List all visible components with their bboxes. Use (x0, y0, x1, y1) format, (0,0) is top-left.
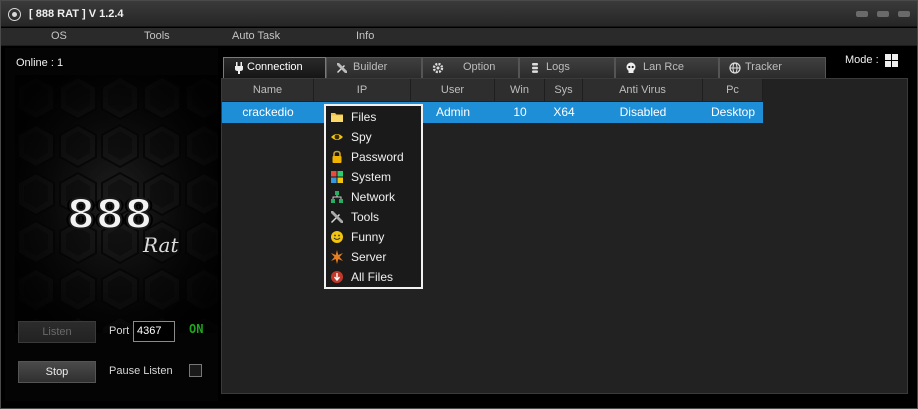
tab-strip: Connection Builder Option Logs Lan Rce T… (223, 57, 826, 78)
left-panel: Online : 1 888 Rat Listen Port Stop Paus… (5, 48, 218, 401)
cell-anti-virus: Disabled (619, 105, 667, 119)
column-header-sys[interactable]: Sys (545, 79, 583, 101)
menu-item-label: Network (351, 190, 396, 204)
app-icon[interactable] (8, 8, 21, 21)
menu-auto-task[interactable]: Auto Task (232, 30, 280, 42)
main-window: [ 888 RAT ] V 1.2.4 OS Tools Auto Task I… (0, 0, 918, 409)
menu-item-network[interactable]: Network (326, 187, 421, 207)
menu-item-server[interactable]: Server (326, 247, 421, 267)
logo-subtext: Rat (143, 233, 179, 257)
menu-item-label: All Files (351, 270, 394, 284)
menu-item-system[interactable]: System (326, 167, 421, 187)
column-header-pc[interactable]: Pc (703, 79, 763, 101)
menu-item-files[interactable]: Files (326, 107, 421, 127)
context-menu: Files Spy Password System Network Tools … (324, 104, 423, 289)
menu-item-label: Funny (351, 230, 385, 244)
table-row[interactable]: crackedio Admin 10 X64 Disabled Desktop (222, 102, 763, 123)
windows-icon (331, 171, 343, 183)
download-icon (331, 271, 343, 283)
menu-item-tools[interactable]: Tools (326, 207, 421, 227)
close-button[interactable] (898, 11, 910, 17)
column-header-user[interactable]: User (411, 79, 495, 101)
stop-button[interactable]: Stop (18, 361, 96, 383)
skull-icon (626, 62, 636, 73)
tab-lan-rce[interactable]: Lan Rce (615, 57, 719, 78)
tab-option[interactable]: Option (422, 57, 519, 78)
column-header-name[interactable]: Name (222, 79, 314, 101)
logo: 888 Rat (15, 75, 218, 333)
minimize-button[interactable] (856, 11, 868, 17)
tab-label: Connection (247, 61, 303, 73)
port-label: Port (109, 325, 130, 337)
tab-label: Logs (546, 61, 570, 73)
menu-item-password[interactable]: Password (326, 147, 421, 167)
cell-pc: Desktop (710, 105, 756, 119)
pause-listen-label: Pause Listen (109, 365, 173, 377)
tab-label: Option (463, 61, 496, 73)
network-icon (331, 191, 343, 203)
menu-os[interactable]: OS (51, 30, 67, 42)
tab-tracker[interactable]: Tracker (719, 57, 826, 78)
database-icon (532, 63, 538, 73)
tab-connection[interactable]: Connection (223, 57, 326, 78)
menu-tools[interactable]: Tools (144, 30, 170, 42)
menu-item-label: Server (351, 250, 387, 264)
menu-bar: OS Tools Auto Task Info (1, 28, 917, 46)
tools-icon (337, 63, 347, 73)
tab-label: Builder (353, 61, 388, 73)
pause-listen-checkbox[interactable] (189, 364, 202, 377)
column-header-ip[interactable]: IP (314, 79, 411, 101)
menu-info[interactable]: Info (356, 30, 374, 42)
windows-icon[interactable] (885, 54, 899, 68)
menu-item-all-files[interactable]: All Files (326, 267, 421, 287)
menu-item-label: Files (351, 110, 377, 124)
cell-win: 10 (513, 105, 527, 119)
column-header-anti-virus[interactable]: Anti Virus (583, 79, 703, 101)
menu-item-label: Password (351, 150, 404, 164)
window-title: [ 888 RAT ] V 1.2.4 (29, 8, 124, 20)
column-header-win[interactable]: Win (495, 79, 545, 101)
burst-icon (331, 250, 343, 264)
folder-icon (331, 113, 343, 122)
listen-status: ON (189, 322, 204, 336)
logo-text: 888 (66, 192, 154, 238)
port-field[interactable]: 4367 (133, 321, 175, 342)
menu-item-label: Spy (351, 130, 372, 144)
tab-builder[interactable]: Builder (326, 57, 422, 78)
lock-icon (332, 150, 342, 163)
tools-icon (331, 211, 343, 223)
online-count: Online : 1 (16, 57, 64, 69)
cell-sys: X64 (553, 105, 575, 119)
maximize-button[interactable] (877, 11, 889, 17)
menu-item-funny[interactable]: Funny (326, 227, 421, 247)
mode-label: Mode : (845, 54, 879, 66)
tab-label: Tracker (745, 61, 782, 73)
smiley-icon (331, 231, 343, 243)
menu-item-spy[interactable]: Spy (326, 127, 421, 147)
tab-label: Lan Rce (643, 61, 684, 73)
gear-icon (432, 62, 444, 74)
globe-icon (729, 62, 741, 74)
plug-icon (235, 62, 243, 74)
cell-name: crackedio (242, 105, 294, 119)
listen-button[interactable]: Listen (18, 321, 96, 343)
tab-logs[interactable]: Logs (519, 57, 615, 78)
menu-item-label: Tools (351, 210, 380, 224)
eye-icon (331, 134, 343, 140)
menu-item-label: System (351, 170, 392, 184)
title-bar[interactable]: [ 888 RAT ] V 1.2.4 (1, 1, 917, 27)
cell-user: Admin (435, 105, 470, 119)
